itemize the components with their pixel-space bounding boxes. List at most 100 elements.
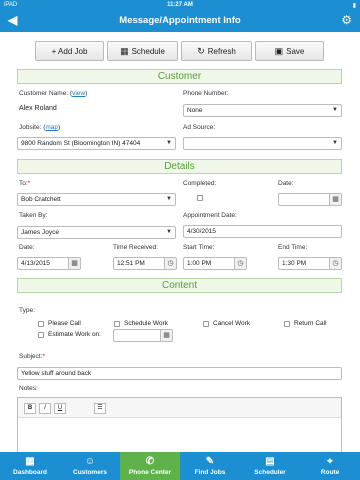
tab-dashboard[interactable]: ▦ Dashboard <box>0 452 60 480</box>
completed-label: Completed: <box>183 180 217 187</box>
refresh-button[interactable]: ↻ Refresh <box>181 41 252 61</box>
schedule-button[interactable]: ▦ Schedule <box>107 41 178 61</box>
appointment-date-value: 4/30/2015 <box>187 228 216 235</box>
notes-label: Notes: <box>19 385 38 392</box>
jobsite-label: Jobsite: (map) <box>19 124 61 131</box>
tab-label: Customers <box>73 468 107 476</box>
cancel-work-label: Cancel Work <box>213 320 251 327</box>
calendar-icon[interactable]: ▦ <box>329 194 341 205</box>
person-icon: ☺ <box>84 455 96 467</box>
tab-scheduler[interactable]: ▤ Scheduler <box>240 452 300 480</box>
date-received-field[interactable]: 4/13/2015 ▦ <box>17 257 81 270</box>
status-bar: iPAD 11:27 AM ▮ <box>0 0 360 10</box>
phone-number-label: Phone Number: <box>183 90 229 97</box>
time-received-label: Time Received: <box>113 244 158 251</box>
time-received-field[interactable]: 12:51 PM ◷ <box>113 257 177 270</box>
calendar-icon: ▦ <box>120 45 129 56</box>
battery-icon: ▮ <box>352 3 356 9</box>
type-label: Type: <box>19 307 35 314</box>
ad-source-select[interactable]: ▼ <box>183 137 342 150</box>
status-time: 11:27 AM <box>167 2 193 8</box>
tab-bar: ▦ Dashboard ☺ Customers ✆ Phone Center ✎… <box>0 452 360 480</box>
notes-editor[interactable]: B I U ☰ <box>17 397 342 453</box>
schedule-work-label: Schedule Work <box>124 320 168 327</box>
completed-checkbox[interactable] <box>197 195 203 201</box>
estimate-work-checkbox[interactable] <box>38 332 44 338</box>
tab-label: Scheduler <box>254 468 286 476</box>
estimate-date-field[interactable]: ▦ <box>113 329 173 342</box>
estimate-work-label: Estimate Work on: <box>48 331 101 338</box>
toolbar: + Add Job ▦ Schedule ↻ Refresh ▣ Save <box>0 41 360 61</box>
page-title: Message/Appointment Info <box>119 15 241 26</box>
add-job-label: + Add Job <box>51 46 88 56</box>
edit-icon: ✎ <box>205 455 215 467</box>
appointment-date-field[interactable]: 4/30/2015 <box>183 225 342 238</box>
caret-down-icon: ▼ <box>332 140 338 146</box>
cancel-work-checkbox[interactable] <box>203 321 209 327</box>
tab-phone-center[interactable]: ✆ Phone Center <box>120 452 180 480</box>
calendar-icon: ▤ <box>265 455 275 467</box>
tab-customers[interactable]: ☺ Customers <box>60 452 120 480</box>
subject-input[interactable]: Yellow stuff around back <box>17 367 342 380</box>
date-received-label: Date: <box>19 244 35 251</box>
to-value: Bob Cratchett <box>21 196 61 203</box>
please-call-label: Please Call <box>48 320 81 327</box>
section-content: Content <box>17 278 342 293</box>
phone-number-select[interactable]: None ▼ <box>183 104 342 117</box>
end-time-field[interactable]: 1:30 PM ◷ <box>278 257 342 270</box>
jobsite-select[interactable]: 9800 Random St (Bloomington IN) 47404 ▼ <box>17 137 176 150</box>
tab-route[interactable]: ⌖ Route <box>300 452 360 480</box>
dashboard-icon: ▦ <box>25 455 35 467</box>
customer-name-label: Customer Name: (view) <box>19 90 88 97</box>
clock-icon[interactable]: ◷ <box>164 258 176 269</box>
caret-down-icon: ▼ <box>166 196 172 202</box>
date-field[interactable]: ▦ <box>278 193 342 206</box>
time-received-value: 12:51 PM <box>117 260 145 267</box>
phone-number-value: None <box>187 107 203 114</box>
nav-bar: ◀ Message/Appointment Info ⚙ <box>0 10 360 32</box>
section-customer: Customer <box>17 69 342 84</box>
to-label: To:* <box>19 180 31 187</box>
subject-label: Subject:* <box>19 353 46 360</box>
gear-icon[interactable]: ⚙ <box>341 13 352 27</box>
schedule-label: Schedule <box>131 46 165 56</box>
appointment-date-label: Appointment Date: <box>183 212 237 219</box>
end-time-value: 1:30 PM <box>282 260 307 267</box>
add-job-button[interactable]: + Add Job <box>35 41 104 61</box>
bold-button[interactable]: B <box>24 403 36 414</box>
taken-by-select[interactable]: James Joyce ▼ <box>17 226 176 239</box>
schedule-work-checkbox[interactable] <box>114 321 120 327</box>
start-time-value: 1:00 PM <box>187 260 212 267</box>
save-label: Save <box>286 46 305 56</box>
customer-name-value: Alex Roland <box>19 105 57 112</box>
italic-button[interactable]: I <box>39 403 51 414</box>
list-button[interactable]: ☰ <box>94 403 106 414</box>
map-pin-icon: ⌖ <box>327 455 333 467</box>
return-call-checkbox[interactable] <box>284 321 290 327</box>
phone-icon: ✆ <box>145 455 155 467</box>
calendar-icon[interactable]: ▦ <box>160 330 172 341</box>
map-link[interactable]: map <box>45 124 58 131</box>
save-button[interactable]: ▣ Save <box>255 41 324 61</box>
to-select[interactable]: Bob Cratchett ▼ <box>17 193 176 206</box>
tab-label: Dashboard <box>13 468 47 476</box>
clock-icon[interactable]: ◷ <box>234 258 246 269</box>
start-time-field[interactable]: 1:00 PM ◷ <box>183 257 247 270</box>
jobsite-value: 9800 Random St (Bloomington IN) 47404 <box>21 140 141 147</box>
please-call-checkbox[interactable] <box>38 321 44 327</box>
caret-down-icon: ▼ <box>332 107 338 113</box>
ad-source-label: Ad Source: <box>183 124 216 131</box>
taken-by-label: Taken By: <box>19 212 48 219</box>
date-label: Date: <box>278 180 294 187</box>
subject-value: Yellow stuff around back <box>21 370 92 377</box>
underline-button[interactable]: U <box>54 403 66 414</box>
tab-find-jobs[interactable]: ✎ Find Jobs <box>180 452 240 480</box>
end-time-label: End Time: <box>278 244 308 251</box>
clock-icon[interactable]: ◷ <box>329 258 341 269</box>
tab-label: Route <box>320 468 340 476</box>
calendar-icon[interactable]: ▦ <box>68 258 80 269</box>
tab-label: Find Jobs <box>194 468 226 476</box>
tab-label: Phone Center <box>128 468 172 476</box>
taken-by-value: James Joyce <box>21 229 59 236</box>
view-customer-link[interactable]: view <box>72 90 85 97</box>
